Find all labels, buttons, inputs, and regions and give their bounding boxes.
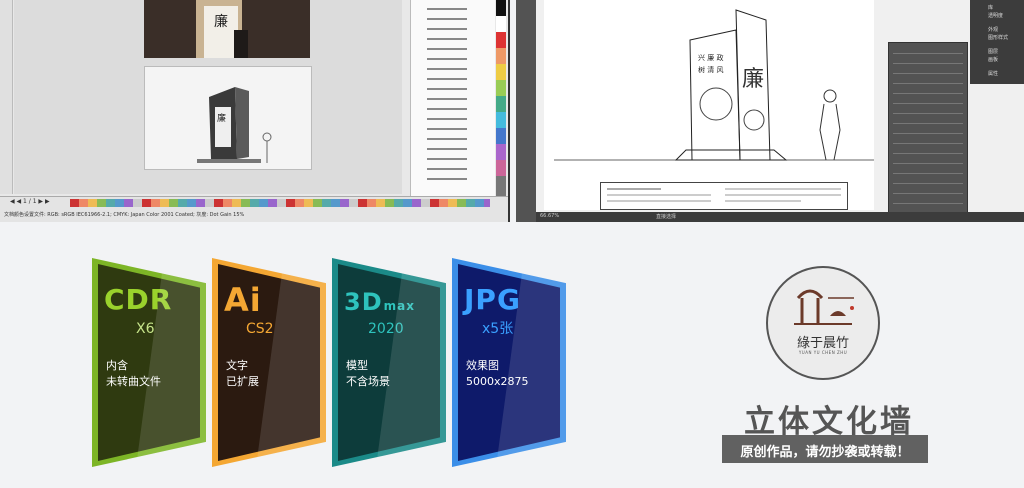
layer-row[interactable]	[427, 18, 467, 20]
tagline-bar: 原创作品，请勿抄袭或转载！	[722, 435, 928, 463]
menu-artboards[interactable]: 画板	[988, 56, 998, 63]
ai-toolbar[interactable]	[516, 0, 536, 222]
layer-row[interactable]	[893, 73, 963, 74]
layer-row[interactable]	[427, 138, 467, 140]
card-jpg: JPG x5张 效果图 5000x2875	[452, 258, 566, 467]
status-bar: ◀ ◀ 1 / 1 ▶ ▶ 文档颜色设置文件: RGB: sRGB IEC619…	[0, 196, 508, 222]
layer-row[interactable]	[893, 163, 963, 164]
layer-row[interactable]	[427, 118, 467, 120]
zoom-level[interactable]: 66.67%	[540, 213, 559, 219]
layer-row[interactable]	[893, 143, 963, 144]
illustrator-screenshot: 兴 廉 政 树 清 风 廉 库 透明度 外观 图形样式 图层 画板 属性 66.…	[516, 0, 1024, 222]
layer-row[interactable]	[893, 183, 963, 184]
card-3dmax: 3Dmax 2020 模型 不含场景	[332, 258, 446, 467]
culture-wall-preview: 廉	[196, 0, 248, 58]
svg-text:廉: 廉	[217, 112, 226, 124]
card-title: Ai	[224, 281, 262, 319]
layer-row[interactable]	[427, 168, 467, 170]
layer-row[interactable]	[427, 128, 467, 130]
card-version: x5张	[482, 321, 514, 337]
layer-row[interactable]	[893, 83, 963, 84]
coreldraw-screenshot: 廉 廉 ◀ ◀ 1 / 1 ▶ ▶ 文档颜色设置文件: RGB: sRGB IE…	[0, 0, 510, 222]
layer-row[interactable]	[427, 108, 467, 110]
layer-row[interactable]	[427, 58, 467, 60]
layer-row[interactable]	[427, 158, 467, 160]
cdr-canvas: 廉 廉	[14, 0, 402, 194]
layer-row[interactable]	[427, 28, 467, 30]
svg-text:兴 廉 政: 兴 廉 政	[698, 53, 723, 62]
card-desc-line1: 文字	[226, 359, 248, 372]
menu-graphic-styles[interactable]: 图形样式	[988, 34, 1008, 41]
card-ai: Ai CS2 文字 已扩展	[212, 258, 326, 467]
panel-dock: 库 透明度 外观 图形样式 图层 画板 属性	[970, 0, 1024, 84]
light-artboard: 廉	[144, 66, 312, 170]
menu-layers[interactable]: 图层	[988, 48, 998, 55]
page-navigator[interactable]: ◀ ◀ 1 / 1 ▶ ▶	[10, 198, 50, 205]
card-cdr: CDR X6 内含 未转曲文件	[92, 258, 206, 467]
layer-row[interactable]	[427, 178, 467, 180]
card-title: JPG	[464, 283, 521, 316]
menu-transparency[interactable]: 透明度	[988, 12, 1003, 19]
layers-panel	[888, 42, 968, 214]
card-desc-line1: 模型	[346, 359, 368, 372]
layer-row[interactable]	[893, 63, 963, 64]
layer-row[interactable]	[427, 78, 467, 80]
info-lines	[607, 188, 841, 202]
layer-row[interactable]	[893, 103, 963, 104]
info-box	[600, 182, 848, 210]
card-desc: 模型 不含场景	[346, 358, 390, 390]
card-desc-line2: 已扩展	[226, 375, 259, 388]
culture-wall-lineart: 兴 廉 政 树 清 风 廉	[554, 9, 874, 161]
layer-row[interactable]	[427, 68, 467, 70]
layer-row[interactable]	[893, 193, 963, 194]
layer-row[interactable]	[893, 113, 963, 114]
layer-row[interactable]	[893, 133, 963, 134]
layer-row[interactable]	[893, 53, 963, 54]
menu-properties[interactable]: 属性	[988, 70, 998, 77]
svg-text:廉: 廉	[742, 67, 764, 92]
layer-row[interactable]	[427, 98, 467, 100]
menu-library[interactable]: 库	[988, 4, 993, 11]
tagline: 原创作品，请勿抄袭或转载！	[740, 445, 910, 460]
pavilion-icon	[794, 289, 854, 325]
culture-wall-sketch: 廉	[197, 87, 272, 163]
ai-status-bar: 66.67% 直接选择	[536, 212, 1024, 222]
svg-text:廉: 廉	[214, 13, 228, 30]
toolbox	[0, 0, 13, 194]
layer-row[interactable]	[427, 88, 467, 90]
layer-row[interactable]	[427, 8, 467, 10]
svg-text:树 清 风: 树 清 风	[698, 65, 723, 74]
dark-artboard: 廉	[144, 0, 310, 58]
layer-row[interactable]	[893, 203, 963, 204]
brand-name: 綠于晨竹	[796, 336, 849, 351]
menu-appearance[interactable]: 外观	[988, 26, 998, 33]
card-desc-line2: 不含场景	[346, 375, 390, 388]
status-text: 文档颜色设置文件: RGB: sRGB IEC61966-2.1; CMYK: …	[4, 212, 245, 218]
brand-logo: 綠于晨竹 YUAN YU CHEN ZHU	[766, 266, 880, 380]
layer-row[interactable]	[893, 173, 963, 174]
brand-pinyin: YUAN YU CHEN ZHU	[798, 350, 848, 355]
layer-row[interactable]	[427, 38, 467, 40]
swatch-strip[interactable]	[70, 199, 490, 207]
card-desc: 文字 已扩展	[226, 358, 259, 390]
object-manager-panel	[410, 0, 495, 208]
card-version: CS2	[246, 321, 274, 337]
ai-artboard: 兴 廉 政 树 清 风 廉	[544, 0, 874, 210]
color-palette[interactable]	[496, 0, 506, 200]
card-version: X6	[136, 321, 155, 337]
layer-row[interactable]	[893, 93, 963, 94]
layer-row[interactable]	[893, 153, 963, 154]
layer-row[interactable]	[427, 48, 467, 50]
tool-status: 直接选择	[656, 214, 677, 220]
layer-row[interactable]	[893, 123, 963, 124]
card-title-main: 3D	[344, 288, 383, 316]
layer-row[interactable]	[427, 148, 467, 150]
